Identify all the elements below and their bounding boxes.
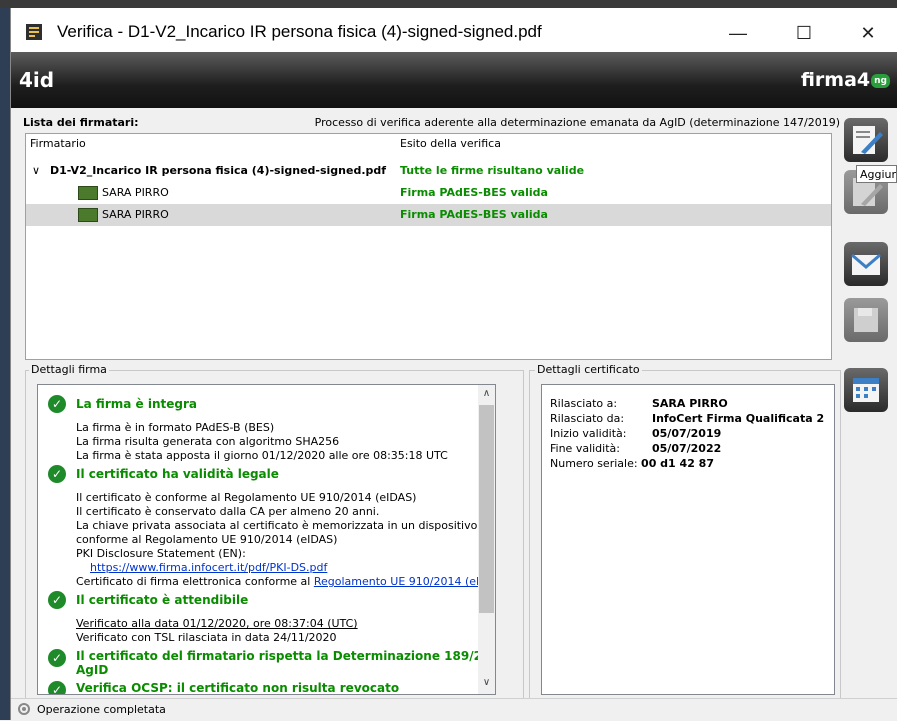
send-email-button[interactable]: [844, 242, 888, 286]
tree-row-signer-selected[interactable]: SARA PIRRO Firma PAdES-BES valida: [26, 204, 831, 226]
regulation-link[interactable]: Regolamento UE 910/2014 (eIDAS): [314, 575, 495, 588]
cert-value: 05/07/2022: [652, 442, 722, 455]
expand-chevron-icon[interactable]: ∨: [32, 164, 40, 177]
signature-details-panel[interactable]: ✓ La firma è integra La firma è in forma…: [37, 384, 496, 695]
detail-line: La firma risulta generata con algoritmo …: [76, 435, 340, 448]
column-header-signer[interactable]: Firmatario: [30, 137, 86, 150]
detail-line: conforme al Regolamento UE 910/2014 (eID…: [76, 533, 338, 546]
check-icon: ✓: [48, 681, 66, 694]
firma4-logo-text: firma4: [800, 69, 871, 91]
status-text: Operazione completata: [37, 703, 166, 716]
verify-window: Verifica - D1-V2_Incarico IR persona fis…: [10, 8, 897, 721]
scroll-up-arrow-icon[interactable]: ∧: [478, 388, 495, 399]
header-banner: [11, 52, 897, 108]
detail-line: La chiave privata associata al certifica…: [76, 519, 496, 532]
4id-logo: 4id: [19, 68, 55, 92]
minimize-button[interactable]: —: [715, 18, 761, 48]
detail-line: Verificato alla data 01/12/2020, ore 08:…: [76, 617, 358, 630]
signature-icon: [78, 208, 98, 222]
detail-line-with-link: Certificato di firma elettronica conform…: [76, 575, 495, 588]
details-scrollbar[interactable]: ∧ ∨: [478, 385, 495, 694]
firma4ng-logo: firma4 ng: [801, 69, 890, 91]
section-heading: Il certificato del firmatario rispetta l…: [76, 649, 496, 663]
app-icon: [26, 24, 42, 40]
save-disk-icon: [854, 308, 878, 332]
cert-label: Rilasciato a:: [550, 397, 618, 410]
cert-label: Inizio validità:: [550, 427, 627, 440]
background-desktop: [0, 8, 10, 720]
scroll-down-arrow-icon[interactable]: ∨: [478, 677, 495, 688]
verify-document-button[interactable]: [844, 118, 888, 162]
cert-label: Fine validità:: [550, 442, 620, 455]
pki-disclosure-link[interactable]: https://www.firma.infocert.it/pdf/PKI-DS…: [90, 561, 327, 574]
gear-icon: [18, 703, 30, 715]
document-sign-icon: [853, 126, 883, 154]
check-icon: ✓: [48, 465, 66, 483]
certificate-details-title: Dettagli certificato: [535, 363, 642, 376]
section-heading: La firma è integra: [76, 397, 197, 411]
title-bar[interactable]: Verifica - D1-V2_Incarico IR persona fis…: [11, 8, 897, 52]
check-icon: ✓: [48, 591, 66, 609]
cert-value: InfoCert Firma Qualificata 2: [652, 412, 825, 425]
signer-name: SARA PIRRO: [102, 208, 169, 221]
detail-line: Verificato con TSL rilasciata in data 24…: [76, 631, 337, 644]
check-icon: ✓: [48, 395, 66, 413]
detail-line: La firma è stata apposta il giorno 01/12…: [76, 449, 448, 462]
document-name: D1-V2_Incarico IR persona fisica (4)-sig…: [50, 164, 387, 177]
save-button[interactable]: [844, 298, 888, 342]
signature-icon: [78, 186, 98, 200]
section-heading: Verifica OCSP: il certificato non risult…: [76, 681, 400, 695]
close-button[interactable]: ✕: [845, 18, 891, 48]
certificate-details-panel: Rilasciato a: SARA PIRRO Rilasciato da: …: [541, 384, 835, 695]
cert-value: SARA PIRRO: [652, 397, 728, 410]
calendar-button[interactable]: [844, 368, 888, 412]
section-heading-continued: AgID: [76, 663, 109, 677]
tree-row-document[interactable]: ∨ D1-V2_Incarico IR persona fisica (4)-s…: [26, 160, 831, 182]
background-window-strip: [0, 0, 897, 8]
tree-row-signer[interactable]: SARA PIRRO Firma PAdES-BES valida: [26, 182, 831, 204]
signers-tree[interactable]: Firmatario Esito della verifica ∨ D1-V2_…: [25, 133, 832, 360]
detail-text: Certificato di firma elettronica conform…: [76, 575, 314, 588]
envelope-icon: [851, 253, 881, 275]
signers-heading: Lista dei firmatari:: [23, 116, 139, 129]
firma4-logo-suffix: ng: [871, 73, 890, 88]
calendar-icon: [853, 378, 879, 402]
window-title: Verifica - D1-V2_Incarico IR persona fis…: [57, 22, 542, 41]
maximize-button[interactable]: ☐: [781, 18, 827, 48]
signature-details-title: Dettagli firma: [29, 363, 109, 376]
signer-name: SARA PIRRO: [102, 186, 169, 199]
detail-line: Il certificato è conforme al Regolamento…: [76, 491, 417, 504]
check-icon: ✓: [48, 649, 66, 667]
status-bar: Operazione completata: [11, 698, 897, 721]
serial-line: Numero seriale: 00 d1 42 87: [550, 457, 714, 470]
signer-result: Firma PAdES-BES valida: [400, 208, 548, 221]
cert-label: Rilasciato da:: [550, 412, 625, 425]
section-heading: Il certificato è attendibile: [76, 593, 249, 607]
detail-line: Il certificato è conservato dalla CA per…: [76, 505, 380, 518]
tooltip: Aggiungi: [856, 165, 897, 183]
detail-line: La firma è in formato PAdES-B (BES): [76, 421, 275, 434]
serial-value: 00 d1 42 87: [641, 457, 714, 470]
scroll-thumb[interactable]: [479, 405, 494, 613]
process-note: Processo di verifica aderente alla deter…: [314, 116, 840, 129]
section-heading: Il certificato ha validità legale: [76, 467, 279, 481]
detail-line: PKI Disclosure Statement (EN):: [76, 547, 246, 560]
cert-value: 05/07/2019: [652, 427, 722, 440]
column-header-result[interactable]: Esito della verifica: [400, 137, 501, 150]
serial-label: Numero seriale:: [550, 457, 638, 470]
signer-result: Firma PAdES-BES valida: [400, 186, 548, 199]
document-result: Tutte le firme risultano valide: [400, 164, 585, 177]
